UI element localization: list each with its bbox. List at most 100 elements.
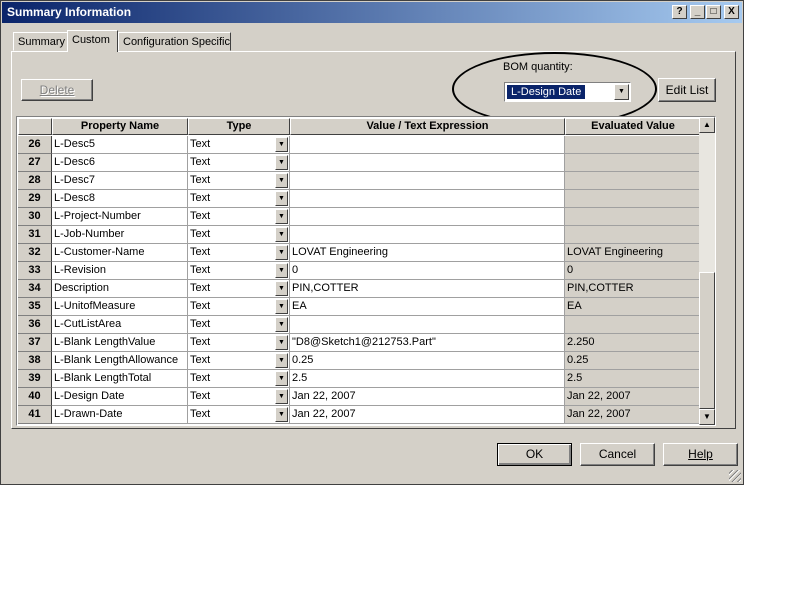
table-row[interactable]: 41 L-Drawn-Date Text ▼ Jan 22, 2007 Jan 22, 2… [18, 406, 701, 424]
bom-quantity-select[interactable]: L-Design Date ▼ [504, 82, 631, 102]
resize-grip-icon[interactable] [729, 470, 741, 482]
type-select[interactable]: Text ▼ [188, 154, 290, 172]
property-name-cell[interactable]: L-Desc8 [52, 190, 188, 208]
type-select[interactable]: Text ▼ [188, 334, 290, 352]
chevron-down-icon[interactable]: ▼ [275, 281, 288, 296]
help-title-button[interactable]: ? [672, 5, 687, 19]
type-select[interactable]: Text ▼ [188, 352, 290, 370]
property-name-cell[interactable]: L-Design Date [52, 388, 188, 406]
chevron-down-icon[interactable]: ▼ [275, 173, 288, 188]
value-input[interactable]: Jan 22, 2007 [290, 406, 565, 424]
property-name-cell[interactable]: L-Blank LengthValue [52, 334, 188, 352]
column-header-property-name[interactable]: Property Name [52, 118, 188, 135]
type-select[interactable]: Text ▼ [188, 370, 290, 388]
property-name-cell[interactable]: L-Project-Number [52, 208, 188, 226]
delete-button[interactable]: Delete [21, 79, 93, 101]
type-select[interactable]: Text ▼ [188, 226, 290, 244]
value-input[interactable]: Jan 22, 2007 [290, 388, 565, 406]
table-row[interactable]: 32 L-Customer-Name Text ▼ LOVAT Engineering L… [18, 244, 701, 262]
column-header-value[interactable]: Value / Text Expression [290, 118, 565, 135]
value-input[interactable] [290, 154, 565, 172]
value-input[interactable]: PIN,COTTER [290, 280, 565, 298]
chevron-down-icon[interactable]: ▼ [275, 317, 288, 332]
column-header-type[interactable]: Type [188, 118, 290, 135]
scroll-thumb[interactable] [699, 272, 715, 409]
chevron-down-icon[interactable]: ▼ [275, 209, 288, 224]
edit-list-button[interactable]: Edit List [658, 78, 716, 102]
value-input[interactable]: 0 [290, 262, 565, 280]
type-select[interactable]: Text ▼ [188, 208, 290, 226]
table-row[interactable]: 39 L-Blank LengthTotal Text ▼ 2.5 2.5 [18, 370, 701, 388]
vertical-scrollbar[interactable]: ▲ ▼ [699, 117, 715, 425]
table-row[interactable]: 40 L-Design Date Text ▼ Jan 22, 2007 Jan 22, … [18, 388, 701, 406]
chevron-down-icon[interactable]: ▼ [275, 137, 288, 152]
value-input[interactable] [290, 190, 565, 208]
table-row[interactable]: 29 L-Desc8 Text ▼ [18, 190, 701, 208]
chevron-down-icon[interactable]: ▼ [275, 389, 288, 404]
property-name-cell[interactable]: L-CutListArea [52, 316, 188, 334]
table-row[interactable]: 34 Description Text ▼ PIN,COTTER PIN,COTTER [18, 280, 701, 298]
type-select[interactable]: Text ▼ [188, 280, 290, 298]
chevron-down-icon[interactable]: ▼ [275, 155, 288, 170]
type-select[interactable]: Text ▼ [188, 316, 290, 334]
property-name-cell[interactable]: L-Blank LengthAllowance [52, 352, 188, 370]
type-select[interactable]: Text ▼ [188, 298, 290, 316]
scroll-down-icon[interactable]: ▼ [699, 409, 715, 425]
chevron-down-icon[interactable]: ▼ [275, 227, 288, 242]
chevron-down-icon[interactable]: ▼ [275, 353, 288, 368]
property-name-cell[interactable]: L-UnitofMeasure [52, 298, 188, 316]
chevron-down-icon[interactable]: ▼ [275, 371, 288, 386]
chevron-down-icon[interactable]: ▼ [614, 84, 629, 100]
chevron-down-icon[interactable]: ▼ [275, 407, 288, 422]
value-input[interactable]: 2.5 [290, 370, 565, 388]
table-row[interactable]: 30 L-Project-Number Text ▼ [18, 208, 701, 226]
scroll-up-icon[interactable]: ▲ [699, 117, 715, 133]
property-name-cell[interactable]: L-Revision [52, 262, 188, 280]
chevron-down-icon[interactable]: ▼ [275, 245, 288, 260]
property-name-cell[interactable]: L-Customer-Name [52, 244, 188, 262]
value-input[interactable] [290, 316, 565, 334]
value-input[interactable] [290, 172, 565, 190]
table-row[interactable]: 33 L-Revision Text ▼ 0 0 [18, 262, 701, 280]
property-name-cell[interactable]: L-Drawn-Date [52, 406, 188, 424]
column-header-evaluated-value[interactable]: Evaluated Value [565, 118, 701, 135]
table-row[interactable]: 31 L-Job-Number Text ▼ [18, 226, 701, 244]
table-row[interactable]: 38 L-Blank LengthAllowance Text ▼ 0.25 0.25 [18, 352, 701, 370]
value-input[interactable] [290, 136, 565, 154]
tab-custom[interactable]: Custom [67, 30, 118, 52]
tab-summary[interactable]: Summary [13, 32, 68, 51]
tab-configuration-specific[interactable]: Configuration Specific [118, 32, 231, 51]
minimize-button[interactable]: _ [690, 5, 705, 19]
table-row[interactable]: 36 L-CutListArea Text ▼ [18, 316, 701, 334]
chevron-down-icon[interactable]: ▼ [275, 263, 288, 278]
value-input[interactable]: EA [290, 298, 565, 316]
table-row[interactable]: 35 L-UnitofMeasure Text ▼ EA EA [18, 298, 701, 316]
table-row[interactable]: 37 L-Blank LengthValue Text ▼ "D8@Sketch1@21… [18, 334, 701, 352]
help-button[interactable]: Help [663, 443, 738, 466]
property-name-cell[interactable]: L-Desc7 [52, 172, 188, 190]
value-input[interactable] [290, 208, 565, 226]
type-select[interactable]: Text ▼ [188, 136, 290, 154]
close-button[interactable]: X [724, 5, 739, 19]
chevron-down-icon[interactable]: ▼ [275, 335, 288, 350]
chevron-down-icon[interactable]: ▼ [275, 299, 288, 314]
value-input[interactable] [290, 226, 565, 244]
table-row[interactable]: 26 L-Desc5 Text ▼ [18, 136, 701, 154]
type-select[interactable]: Text ▼ [188, 190, 290, 208]
table-row[interactable]: 28 L-Desc7 Text ▼ [18, 172, 701, 190]
property-name-cell[interactable]: L-Blank LengthTotal [52, 370, 188, 388]
cancel-button[interactable]: Cancel [580, 443, 655, 466]
property-name-cell[interactable]: L-Desc5 [52, 136, 188, 154]
type-select[interactable]: Text ▼ [188, 406, 290, 424]
property-name-cell[interactable]: L-Job-Number [52, 226, 188, 244]
value-input[interactable]: 0.25 [290, 352, 565, 370]
value-input[interactable]: "D8@Sketch1@212753.Part" [290, 334, 565, 352]
title-bar[interactable]: Summary Information ? _ □ X [2, 2, 742, 23]
type-select[interactable]: Text ▼ [188, 388, 290, 406]
type-select[interactable]: Text ▼ [188, 172, 290, 190]
property-name-cell[interactable]: Description [52, 280, 188, 298]
chevron-down-icon[interactable]: ▼ [275, 191, 288, 206]
property-name-cell[interactable]: L-Desc6 [52, 154, 188, 172]
ok-button[interactable]: OK [497, 443, 572, 466]
maximize-button[interactable]: □ [706, 5, 721, 19]
